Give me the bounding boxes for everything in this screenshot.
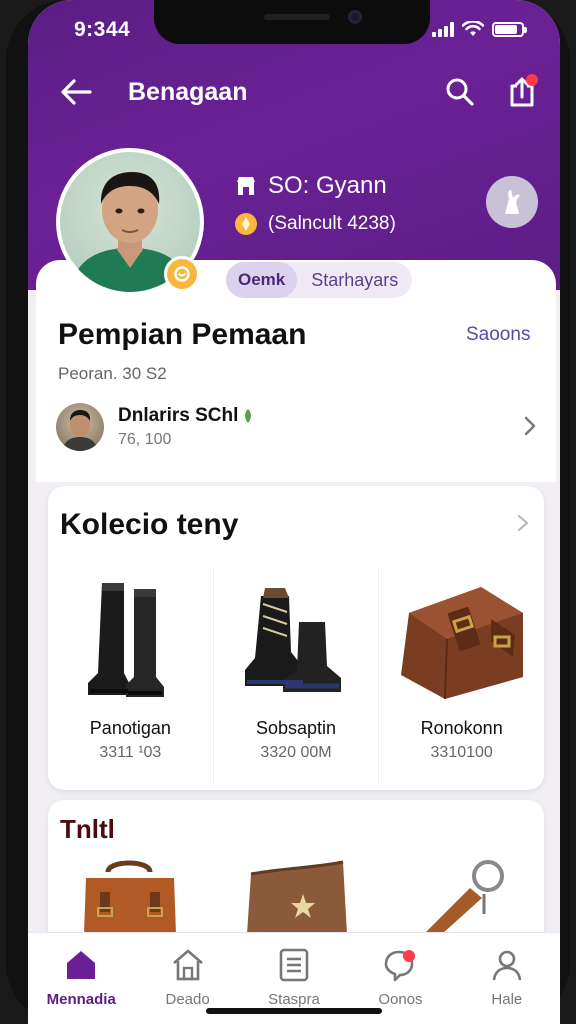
verified-badge-icon bbox=[164, 256, 200, 292]
secondary-collection-title: Tnltl bbox=[60, 814, 115, 844]
wifi-icon bbox=[462, 21, 484, 36]
status-time: 9:344 bbox=[74, 18, 131, 41]
bag-icon[interactable] bbox=[78, 858, 182, 934]
speaker bbox=[264, 14, 330, 20]
home-indicator bbox=[206, 1008, 382, 1014]
search-button[interactable] bbox=[440, 72, 480, 112]
page-title: Benagaan bbox=[128, 78, 248, 106]
phone-frame: 9:344 Benagaan SO: Gyann (Salncult 4238)… bbox=[6, 0, 570, 1024]
profile-meta-2: (Salncult 4238) bbox=[268, 213, 396, 234]
list-icon bbox=[276, 947, 312, 983]
tab-label: Deado bbox=[165, 991, 210, 1008]
home-icon bbox=[63, 947, 99, 983]
boots-icon bbox=[48, 572, 213, 712]
profile-link[interactable]: Saoons bbox=[466, 324, 530, 346]
collection-title: Kolecio teny bbox=[60, 508, 239, 541]
notch bbox=[154, 0, 430, 44]
profile-meta-1: SO: Gyann bbox=[268, 172, 387, 199]
bunny-button[interactable] bbox=[486, 176, 538, 228]
profile-meta-row-1: SO: Gyann bbox=[234, 172, 387, 200]
tab-label: Oonos bbox=[378, 991, 423, 1008]
profile-subtitle: Peoran. 30 S2 bbox=[58, 364, 167, 383]
secondary-product-list bbox=[48, 854, 544, 934]
follower-count: 76, 100 bbox=[118, 431, 172, 448]
notification-dot bbox=[526, 74, 538, 86]
battery-icon bbox=[492, 21, 527, 37]
follower-row[interactable]: Dnlarirs SChl 76, 100 bbox=[56, 398, 542, 456]
search-icon bbox=[446, 78, 474, 106]
arrow-left-icon bbox=[61, 79, 92, 105]
tab-label: Hale bbox=[491, 991, 523, 1008]
product-card[interactable]: Panotigan 3311 ¹03 bbox=[48, 568, 213, 784]
tab-home[interactable]: Mennadia bbox=[28, 933, 134, 1024]
tab-profile[interactable]: Hale bbox=[454, 933, 560, 1024]
profile-name: Pempian Pemaan bbox=[58, 318, 307, 351]
profile-chips: Oemk Starhayars bbox=[226, 262, 413, 298]
product-card[interactable]: Ronokonn 3310100 bbox=[378, 568, 544, 784]
house-icon bbox=[170, 947, 206, 983]
product-price: 3311 ¹03 bbox=[99, 744, 162, 761]
product-name: Sobsaptin bbox=[255, 718, 337, 738]
back-button[interactable] bbox=[56, 72, 96, 112]
leather-case-icon bbox=[379, 572, 544, 712]
rabbit-icon bbox=[505, 190, 520, 214]
person-icon bbox=[489, 947, 525, 983]
collection-card: Kolecio teny Panotigan 3311 ¹03 Sobsapti… bbox=[48, 486, 544, 790]
chevron-right-icon bbox=[524, 416, 536, 436]
chat-icon bbox=[382, 947, 418, 983]
pouch-icon[interactable] bbox=[243, 858, 353, 934]
follower-name: Dnlarirs SChl bbox=[118, 405, 239, 426]
share-button[interactable] bbox=[502, 72, 542, 112]
status-icons bbox=[432, 21, 527, 37]
signal-icon bbox=[432, 21, 454, 37]
medal-icon bbox=[234, 212, 258, 236]
chevron-right-icon[interactable] bbox=[512, 512, 534, 534]
tab-label: Mennadia bbox=[46, 991, 116, 1008]
product-name: Panotigan bbox=[89, 718, 171, 738]
profile-meta-row-2: (Salncult 4238) bbox=[234, 212, 396, 236]
chip-primary[interactable]: Oemk bbox=[226, 262, 298, 298]
product-price: 3320 00M bbox=[260, 744, 332, 761]
keychain-icon[interactable] bbox=[414, 858, 514, 934]
leaf-icon bbox=[245, 409, 252, 423]
product-name: Ronokonn bbox=[420, 718, 503, 738]
top-bar: Benagaan bbox=[28, 62, 560, 120]
tab-label: Staspra bbox=[268, 991, 320, 1008]
store-icon bbox=[234, 174, 258, 198]
screen: 9:344 Benagaan SO: Gyann (Salncult 4238)… bbox=[28, 0, 560, 1024]
product-list: Panotigan 3311 ¹03 Sobsaptin 3320 00M Ro… bbox=[48, 568, 544, 784]
follower-text: Dnlarirs SChl 76, 100 bbox=[118, 405, 254, 449]
chip-secondary[interactable]: Starhayars bbox=[297, 262, 412, 298]
front-camera bbox=[348, 10, 362, 24]
shoes-icon bbox=[214, 572, 379, 712]
follower-avatar bbox=[56, 403, 104, 451]
product-price: 3310100 bbox=[430, 744, 493, 761]
product-card[interactable]: Sobsaptin 3320 00M bbox=[212, 568, 379, 784]
